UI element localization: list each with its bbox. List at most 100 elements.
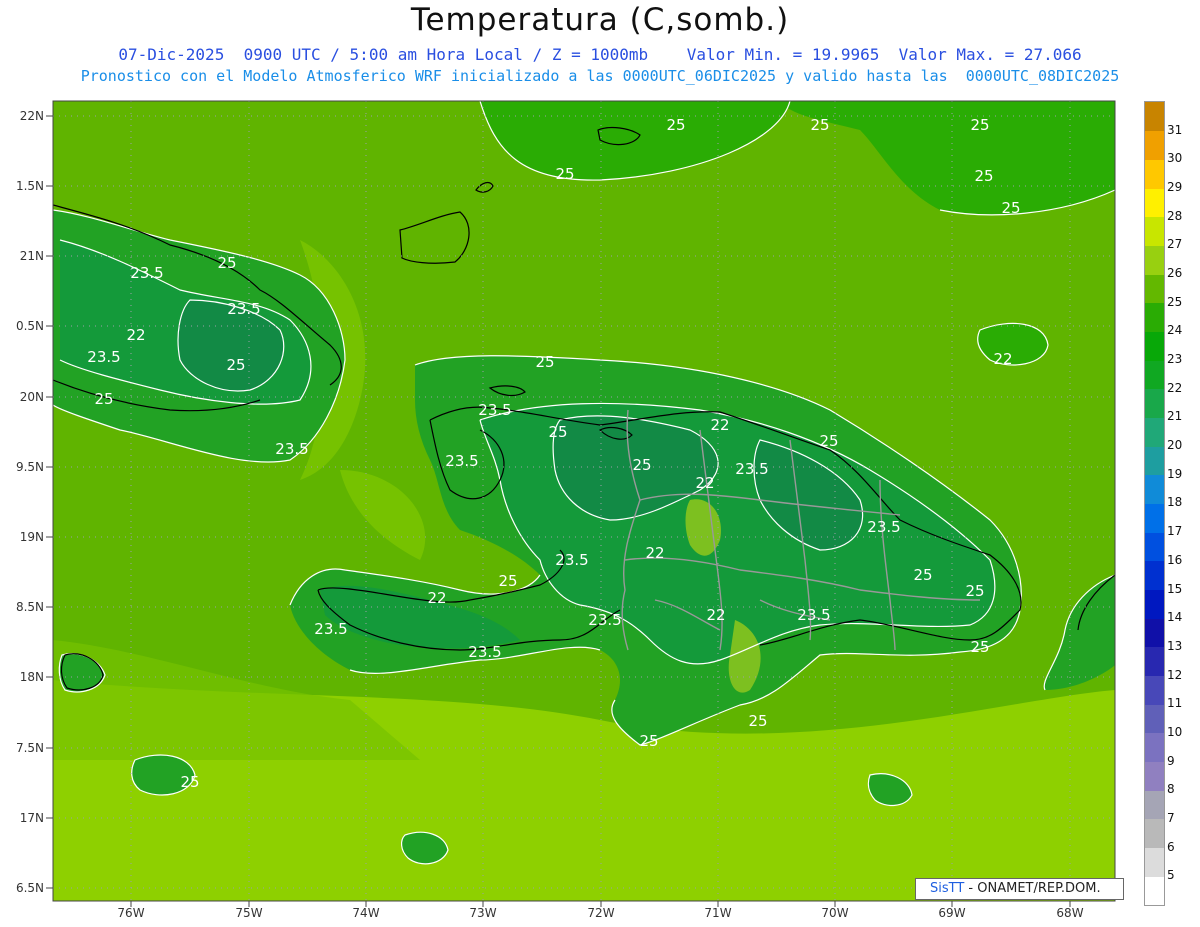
colorbar-level-label: 9 [1167,753,1175,768]
contour-value-label: 23.5 [130,264,163,282]
colorbar-swatch [1145,302,1164,332]
colorbar-level-label: 26 [1167,266,1183,281]
contour-value-label: 23.5 [227,300,260,318]
contour-value-label: 23.5 [468,643,501,661]
contour-value-label: 23.5 [275,440,308,458]
lat-tick-label: 8.5N [16,600,44,614]
colorbar-level-label: 18 [1167,495,1183,510]
colorbar-swatch [1145,790,1164,820]
contour-value-label: 22 [126,326,145,344]
colorbar-level-label: 22 [1167,380,1183,395]
colorbar-level-label: 14 [1167,610,1183,625]
lat-tick-label: 6.5N [16,881,44,895]
colorbar-level-label: 6 [1167,839,1175,854]
lon-tick-label: 72W [587,906,614,920]
lat-tick-label: 0.5N [16,319,44,333]
contour-value-label: 22 [706,606,725,624]
colorbar-swatch [1145,159,1164,189]
contour-value-label: 25 [639,732,658,750]
lat-tick-label: 17N [20,811,44,825]
contour-value-label: 25 [819,432,838,450]
colorbar-level-label: 23 [1167,352,1183,367]
colorbar-swatch [1145,876,1164,906]
lat-tick-label: 18N [20,670,44,684]
latitude-axis: 22N 1.5N 21N 0.5N 20N 9.5N 19N 8.5N 18N 7.5N 17N 6.… [16,109,53,895]
contour-value-label: 25 [548,423,567,441]
colorbar-level-label: 10 [1167,724,1183,739]
colorbar-level-label: 8 [1167,782,1175,797]
colorbar-swatch [1145,761,1164,791]
lat-tick-label: 21N [20,249,44,263]
contour-value-label: 25 [970,116,989,134]
colorbar-level-label: 31 [1167,122,1183,137]
colorbar-swatch [1145,675,1164,705]
contour-value-label: 23.5 [445,452,478,470]
contour-value-label: 23.5 [314,620,347,638]
colorbar-swatch [1145,360,1164,390]
colorbar-level-label: 20 [1167,438,1183,453]
contour-value-label: 25 [555,165,574,183]
map-plot-area: 25 25 25 25 25 25 23.5 25 23.5 22 23.5 25 25 23.5 22 25… [53,101,1115,901]
colorbar-level-label: 11 [1167,696,1183,711]
lat-tick-label: 22N [20,109,44,123]
contour-value-label: 23.5 [478,401,511,419]
lon-tick-label: 75W [235,906,262,920]
contour-value-label: 25 [913,566,932,584]
lat-tick-label: 1.5N [16,179,44,193]
colorbar-swatch [1145,818,1164,849]
contour-value-label: 25 [974,167,993,185]
contour-value-label: 25 [965,582,984,600]
contour-value-label: 22 [427,589,446,607]
contour-value-label: 25 [94,390,113,408]
colorbar-swatch [1145,532,1164,562]
colorbar-level-label: 12 [1167,667,1183,682]
colorbar-level-label: 13 [1167,638,1183,653]
colorbar-swatch [1145,331,1164,361]
contour-value-label: 25 [970,638,989,656]
contour-value-label: 22 [710,416,729,434]
contour-value-label: 25 [666,116,685,134]
colorbar-level-label: 25 [1167,294,1183,309]
colorbar-swatch [1145,618,1164,648]
contour-value-label: 25 [180,773,199,791]
colorbar-level-label: 19 [1167,466,1183,481]
colorbar-level-label: 15 [1167,581,1183,596]
colorbar-swatch [1145,274,1164,304]
lon-tick-label: 71W [704,906,731,920]
colorbar-swatch [1145,732,1164,763]
colorbar-level-label: 7 [1167,810,1175,825]
contour-value-label: 25 [810,116,829,134]
contour-value-label: 23.5 [867,518,900,536]
credit-agency: - ONAMET/REP.DOM. [964,881,1101,896]
contour-value-label: 23.5 [797,606,830,624]
colorbar-level-label: 21 [1167,409,1183,424]
contour-value-label: 22 [695,474,714,492]
lon-tick-label: 68W [1056,906,1083,920]
lat-tick-label: 7.5N [16,741,44,755]
colorbar-swatch [1145,388,1164,418]
contour-value-label: 22 [993,350,1012,368]
colorbar [1144,101,1165,906]
colorbar-swatch [1145,646,1164,677]
colorbar-swatch [1145,216,1164,246]
contour-value-label: 25 [1001,199,1020,217]
colorbar-level-label: 27 [1167,237,1183,252]
lon-tick-label: 69W [938,906,965,920]
colorbar-swatch [1145,704,1164,734]
colorbar-level-label: 24 [1167,323,1183,338]
contour-value-label: 25 [632,456,651,474]
contour-value-label: 25 [217,254,236,272]
colorbar-swatch [1145,446,1164,476]
colorbar-swatch [1145,474,1164,504]
colorbar-swatch [1145,417,1164,447]
colorbar-level-label: 17 [1167,524,1183,539]
colorbar-swatch [1145,847,1164,877]
colorbar-level-label: 30 [1167,151,1183,166]
credit-box: SisTT - ONAMET/REP.DOM. [915,878,1124,900]
lon-tick-label: 70W [821,906,848,920]
colorbar-swatch [1145,188,1164,218]
contour-value-label: 25 [748,712,767,730]
longitude-axis: 76W 75W 74W 73W 72W 71W 70W 69W 68W [117,901,1084,920]
colorbar-swatch [1145,589,1164,619]
contour-value-label: 25 [535,353,554,371]
